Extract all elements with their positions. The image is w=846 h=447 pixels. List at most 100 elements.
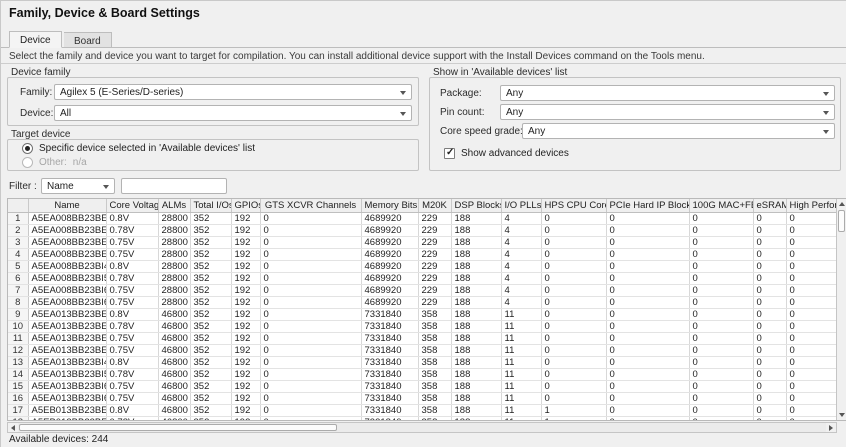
core-speed-grade-select[interactable]: Any xyxy=(522,123,835,139)
scroll-up-button[interactable] xyxy=(837,199,846,209)
device-row[interactable]: 16A5EA013BB23BI6X0.75V468003521920733184… xyxy=(8,392,836,404)
scroll-right-button[interactable] xyxy=(826,423,836,432)
device-cell: A5EA013BB23BI6X xyxy=(28,392,106,404)
tab-board[interactable]: Board xyxy=(64,32,112,48)
scroll-left-button[interactable] xyxy=(8,423,18,432)
device-row[interactable]: 4A5EA008BB23BE6X0.75V2880035219204689920… xyxy=(8,248,836,260)
column-header[interactable]: Total I/Os xyxy=(190,199,231,212)
device-row[interactable]: 15A5EA013BB23BI6S0.75V468003521920733184… xyxy=(8,380,836,392)
device-cell: 0 xyxy=(689,404,753,416)
row-number: 18 xyxy=(8,416,28,420)
device-cell: 0 xyxy=(786,236,836,248)
device-row[interactable]: 6A5EA008BB23BI5S0.78V2880035219204689920… xyxy=(8,272,836,284)
column-header[interactable]: Core Voltage xyxy=(106,199,158,212)
family-select[interactable]: Agilex 5 (E-Series/D-series) xyxy=(54,84,412,100)
column-header[interactable]: High Perfor xyxy=(786,199,836,212)
other-radio-label: Other: xyxy=(39,157,67,168)
device-cell: 0.75V xyxy=(106,392,158,404)
horizontal-scroll-thumb[interactable] xyxy=(19,424,337,431)
device-row[interactable]: 13A5EA013BB23BI4S0.8V4680035219207331840… xyxy=(8,356,836,368)
column-header[interactable]: eSRAM xyxy=(753,199,786,212)
device-cell: 11 xyxy=(501,416,541,420)
device-cell: 46800 xyxy=(158,380,190,392)
device-row[interactable]: 11A5EA013BB23BE6S0.75V468003521920733184… xyxy=(8,332,836,344)
device-cell: 1 xyxy=(541,404,606,416)
device-cell: 46800 xyxy=(158,308,190,320)
available-devices-count: Available devices: 244 xyxy=(9,434,108,445)
device-row[interactable]: 9A5EA013BB23BE4S0.8V46800352192073318403… xyxy=(8,308,836,320)
scroll-down-button[interactable] xyxy=(837,410,846,420)
device-cell: 229 xyxy=(418,296,451,308)
device-cell: 0 xyxy=(689,260,753,272)
column-header[interactable]: HPS CPU Cores xyxy=(541,199,606,212)
tab-device[interactable]: Device xyxy=(9,31,62,48)
device-cell: 188 xyxy=(451,236,501,248)
row-number: 17 xyxy=(8,404,28,416)
device-cell: 0.75V xyxy=(106,332,158,344)
device-cell: 0.8V xyxy=(106,260,158,272)
device-cell: 4 xyxy=(501,296,541,308)
device-cell: 7331840 xyxy=(361,380,418,392)
device-row[interactable]: 3A5EA008BB23BE6S0.75V2880035219204689920… xyxy=(8,236,836,248)
vertical-scrollbar[interactable] xyxy=(836,199,846,420)
device-cell: 0 xyxy=(689,344,753,356)
device-row[interactable]: 14A5EA013BB23BI5S0.78V468003521920733184… xyxy=(8,368,836,380)
device-row[interactable]: 8A5EA008BB23BI6X0.75V2880035219204689920… xyxy=(8,296,836,308)
pin-count-select[interactable]: Any xyxy=(500,104,835,120)
column-header[interactable]: 100G MAC+FEC xyxy=(689,199,753,212)
device-cell: 188 xyxy=(451,392,501,404)
device-cell: 0 xyxy=(786,356,836,368)
device-row[interactable]: 17A5EB013BB23BE4S0.8V4680035219207331840… xyxy=(8,404,836,416)
vertical-scroll-thumb[interactable] xyxy=(838,210,845,232)
device-cell: 0 xyxy=(606,296,689,308)
column-header[interactable]: GPIOs xyxy=(231,199,260,212)
device-cell: A5EA013BB23BI5S xyxy=(28,368,106,380)
column-header[interactable]: GTS XCVR Channels xyxy=(260,199,361,212)
column-header[interactable]: M20K xyxy=(418,199,451,212)
device-cell: 0 xyxy=(689,380,753,392)
device-cell: 0 xyxy=(753,248,786,260)
device-cell: 0 xyxy=(753,416,786,420)
column-header[interactable]: ALMs xyxy=(158,199,190,212)
device-cell: 0.8V xyxy=(106,356,158,368)
device-cell: 188 xyxy=(451,368,501,380)
device-cell: 0 xyxy=(689,236,753,248)
column-header[interactable]: Memory Bits xyxy=(361,199,418,212)
device-label: Device: xyxy=(20,108,53,119)
device-row[interactable]: 7A5EA008BB23BI6S0.75V2880035219204689920… xyxy=(8,284,836,296)
device-cell: 192 xyxy=(231,212,260,224)
device-row[interactable]: 5A5EA008BB23BI4S0.8V28800352192046899202… xyxy=(8,260,836,272)
device-cell: 4689920 xyxy=(361,272,418,284)
device-cell: 46800 xyxy=(158,368,190,380)
device-row[interactable]: 1A5EA008BB23BE4S0.8V28800352192046899202… xyxy=(8,212,836,224)
column-header[interactable]: PCIe Hard IP Blocks xyxy=(606,199,689,212)
specific-device-radio[interactable]: Specific device selected in 'Available d… xyxy=(22,143,255,154)
device-cell: 352 xyxy=(190,284,231,296)
device-row[interactable]: 12A5EA013BB23BE6X0.75V468003521920733184… xyxy=(8,344,836,356)
device-cell: 0 xyxy=(786,368,836,380)
device-row[interactable]: 2A5EA008BB23BE5S0.78V2880035219204689920… xyxy=(8,224,836,236)
device-cell: 352 xyxy=(190,260,231,272)
device-row[interactable]: 18A5EB013BB23BE5S0.78V468003521920733184… xyxy=(8,416,836,420)
device-select[interactable]: All xyxy=(54,105,412,121)
device-cell: A5EA013BB23BE6S xyxy=(28,332,106,344)
filter-field-select[interactable]: Name xyxy=(41,178,115,194)
device-cell: 188 xyxy=(451,284,501,296)
device-cell: 352 xyxy=(190,368,231,380)
column-header[interactable]: I/O PLLs xyxy=(501,199,541,212)
device-cell: 0 xyxy=(260,368,361,380)
family-select-value: Agilex 5 (E-Series/D-series) xyxy=(60,87,183,98)
row-number: 3 xyxy=(8,236,28,248)
device-cell: 0 xyxy=(753,332,786,344)
column-header[interactable]: DSP Blocks xyxy=(451,199,501,212)
show-advanced-devices-checkbox[interactable]: Show advanced devices xyxy=(444,148,569,159)
device-cell: 0 xyxy=(786,260,836,272)
package-select[interactable]: Any xyxy=(500,85,835,101)
filter-query-input[interactable] xyxy=(121,178,227,194)
column-header[interactable]: Name xyxy=(28,199,106,212)
device-row[interactable]: 10A5EA013BB23BE5S0.78V468003521920733184… xyxy=(8,320,836,332)
horizontal-scrollbar[interactable] xyxy=(7,422,837,433)
device-cell: 0 xyxy=(786,416,836,420)
device-cell: 358 xyxy=(418,344,451,356)
row-number: 16 xyxy=(8,392,28,404)
